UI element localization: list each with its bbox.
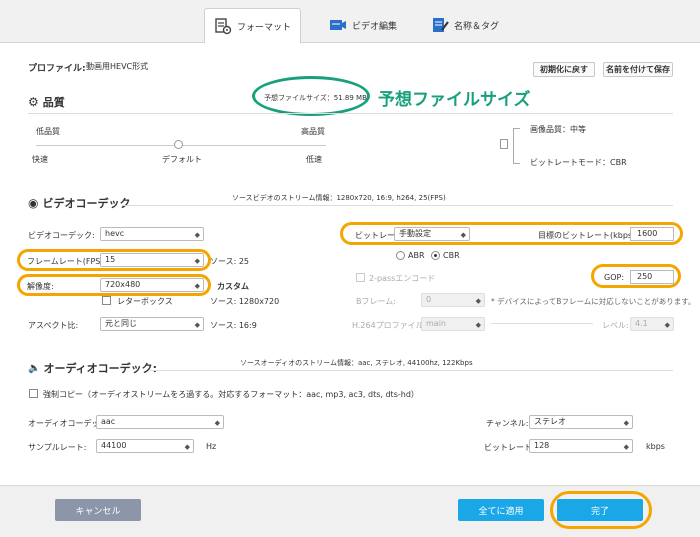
profile-label: プロファイル: bbox=[28, 64, 86, 74]
tab-name-tag[interactable]: 名称＆タグ bbox=[420, 8, 510, 42]
quality-low-label: 低品質 bbox=[36, 127, 60, 136]
video-codec-header: ◉ ビデオコーデック bbox=[28, 195, 130, 211]
bframe-label: Bフレーム: bbox=[356, 297, 396, 306]
fps-label: フレームレート(FPS): bbox=[27, 257, 107, 266]
reset-button[interactable]: 初期化に戻す bbox=[533, 62, 595, 77]
format-icon bbox=[215, 18, 232, 35]
two-pass-checkbox[interactable] bbox=[356, 273, 365, 282]
channel-label: チャンネル: bbox=[486, 419, 529, 428]
name-tag-icon bbox=[432, 18, 449, 32]
audio-codec-header: 🔈 オーディオコーデック: bbox=[28, 360, 157, 376]
channel-select[interactable]: ステレオ ◆ bbox=[529, 415, 633, 429]
chevron-updown-icon: ◆ bbox=[623, 419, 629, 427]
chevron-updown-icon: ◆ bbox=[623, 443, 629, 451]
audio-codec-select[interactable]: aac ◆ bbox=[96, 415, 224, 429]
tab-name-tag-label: 名称＆タグ bbox=[453, 21, 499, 32]
sample-rate-select[interactable]: 44100 ◆ bbox=[96, 439, 194, 453]
audio-bitrate-label: ビットレート: bbox=[484, 443, 535, 452]
two-pass-label: 2-passエンコード bbox=[369, 274, 436, 283]
sample-rate-label: サンプルレート: bbox=[28, 443, 87, 452]
video-stream-info: ソースビデオのストリーム情報：1280x720, 16:9, h264, 25(… bbox=[232, 194, 446, 202]
quality-title: 品質 bbox=[42, 96, 65, 109]
fps-select[interactable]: 15 ◆ bbox=[100, 253, 204, 267]
apply-all-button[interactable]: 全てに適用 bbox=[458, 499, 544, 521]
cbr-radio[interactable] bbox=[431, 251, 440, 260]
h264-divider bbox=[491, 323, 593, 324]
chevron-updown-icon: ◆ bbox=[194, 321, 200, 329]
audio-codec-title: オーディオコーデック: bbox=[43, 362, 158, 375]
video-codec-label: ビデオコーデック: bbox=[28, 231, 95, 240]
profile-value: 動画用HEVC形式 bbox=[86, 62, 149, 71]
speed-fast-label: 快速 bbox=[32, 155, 48, 164]
chevron-updown-icon: ◆ bbox=[194, 282, 200, 290]
quality-divider bbox=[28, 113, 673, 114]
sample-rate-unit: Hz bbox=[206, 442, 217, 451]
tab-format-label: フォーマット bbox=[236, 22, 291, 33]
video-codec-title: ビデオコーデック bbox=[42, 197, 131, 210]
bitrate-mode-info: ビットレートモード：CBR bbox=[530, 158, 627, 167]
done-button[interactable]: 完了 bbox=[557, 499, 643, 521]
video-divider bbox=[122, 205, 673, 206]
chevron-updown-icon: ◆ bbox=[664, 321, 670, 329]
chevron-updown-icon: ◆ bbox=[460, 231, 466, 239]
aspect-source: ソース: 16:9 bbox=[210, 321, 257, 330]
chevron-updown-icon: ◆ bbox=[475, 321, 481, 329]
bframe-select[interactable]: 0 ◆ bbox=[421, 293, 485, 307]
video-codec-select[interactable]: hevc ◆ bbox=[100, 227, 204, 241]
speed-default-label: デフォルト bbox=[162, 155, 202, 164]
quality-header: ⚙ 品質 bbox=[28, 94, 65, 110]
target-bitrate-input[interactable]: 1600 bbox=[630, 227, 674, 241]
custom-label: カスタム bbox=[217, 282, 249, 291]
filesize-highlight bbox=[252, 76, 370, 116]
fps-source: ソース: 25 bbox=[210, 257, 250, 266]
filesize-annotation: 予想ファイルサイズ bbox=[378, 90, 531, 110]
document-icon bbox=[500, 139, 508, 149]
level-select[interactable]: 4.1 ◆ bbox=[630, 317, 674, 331]
h264-profile-label: H.264プロファイル: bbox=[352, 321, 427, 330]
speed-slow-label: 低速 bbox=[306, 155, 322, 164]
speaker-icon: 🔈 bbox=[28, 362, 41, 374]
gop-label: GOP: bbox=[604, 273, 625, 282]
cancel-button[interactable]: キャンセル bbox=[55, 499, 141, 521]
resolution-label: 解像度: bbox=[27, 282, 54, 291]
resolution-source: ソース: 1280x720 bbox=[210, 297, 280, 306]
h264-profile-select[interactable]: main ◆ bbox=[421, 317, 485, 331]
chevron-updown-icon: ◆ bbox=[475, 297, 481, 305]
target-bitrate-label: 目標のビットレート(kbps): bbox=[538, 231, 638, 240]
tab-video-edit-label: ビデオ編集 bbox=[351, 21, 397, 32]
force-copy-checkbox[interactable] bbox=[29, 389, 38, 398]
abr-label: ABR bbox=[408, 251, 425, 260]
info-bracket bbox=[513, 128, 520, 164]
top-tab-bar: フォーマット ビデオ編集 名称＆タグ bbox=[0, 0, 700, 43]
abr-radio[interactable] bbox=[396, 251, 405, 260]
chevron-updown-icon: ◆ bbox=[194, 257, 200, 265]
chevron-updown-icon: ◆ bbox=[184, 443, 190, 451]
image-quality-info: 画像品質：中等 bbox=[530, 125, 586, 134]
film-reel-icon: ◉ bbox=[28, 196, 39, 210]
aspect-select[interactable]: 元と同じ ◆ bbox=[100, 317, 204, 331]
quality-high-label: 高品質 bbox=[301, 127, 325, 136]
chevron-updown-icon: ◆ bbox=[194, 231, 200, 239]
bitrate-mode-select[interactable]: 手動設定 ◆ bbox=[394, 227, 470, 241]
gear-icon: ⚙ bbox=[28, 95, 39, 109]
quality-slider-handle[interactable] bbox=[174, 140, 183, 149]
level-label: レベル: bbox=[602, 321, 629, 330]
resolution-select[interactable]: 720x480 ◆ bbox=[100, 278, 204, 292]
tab-video-edit[interactable]: ビデオ編集 bbox=[318, 8, 408, 42]
chevron-updown-icon: ◆ bbox=[214, 419, 220, 427]
bframe-note: * デバイスによってBフレームに対応しないことがあります。 bbox=[491, 297, 696, 306]
gop-input[interactable]: 250 bbox=[630, 270, 674, 284]
audio-stream-info: ソースオーディオのストリーム情報：aac, ステレオ, 44100hz, 122… bbox=[240, 359, 473, 367]
letterbox-checkbox[interactable] bbox=[102, 296, 111, 305]
save-as-button[interactable]: 名前を付けて保存 bbox=[603, 62, 673, 77]
letterbox-label: レターボックス bbox=[117, 297, 173, 306]
audio-divider bbox=[150, 370, 673, 371]
video-edit-icon bbox=[329, 20, 346, 30]
cbr-label: CBR bbox=[443, 251, 460, 260]
force-copy-label: 強制コピー（オーディオストリームをろ過する。対応するフォーマット：aac, mp… bbox=[43, 390, 419, 399]
aspect-label: アスペクト比: bbox=[28, 321, 79, 330]
tab-format[interactable]: フォーマット bbox=[204, 8, 301, 43]
audio-bitrate-unit: kbps bbox=[646, 442, 665, 451]
audio-bitrate-select[interactable]: 128 ◆ bbox=[529, 439, 633, 453]
